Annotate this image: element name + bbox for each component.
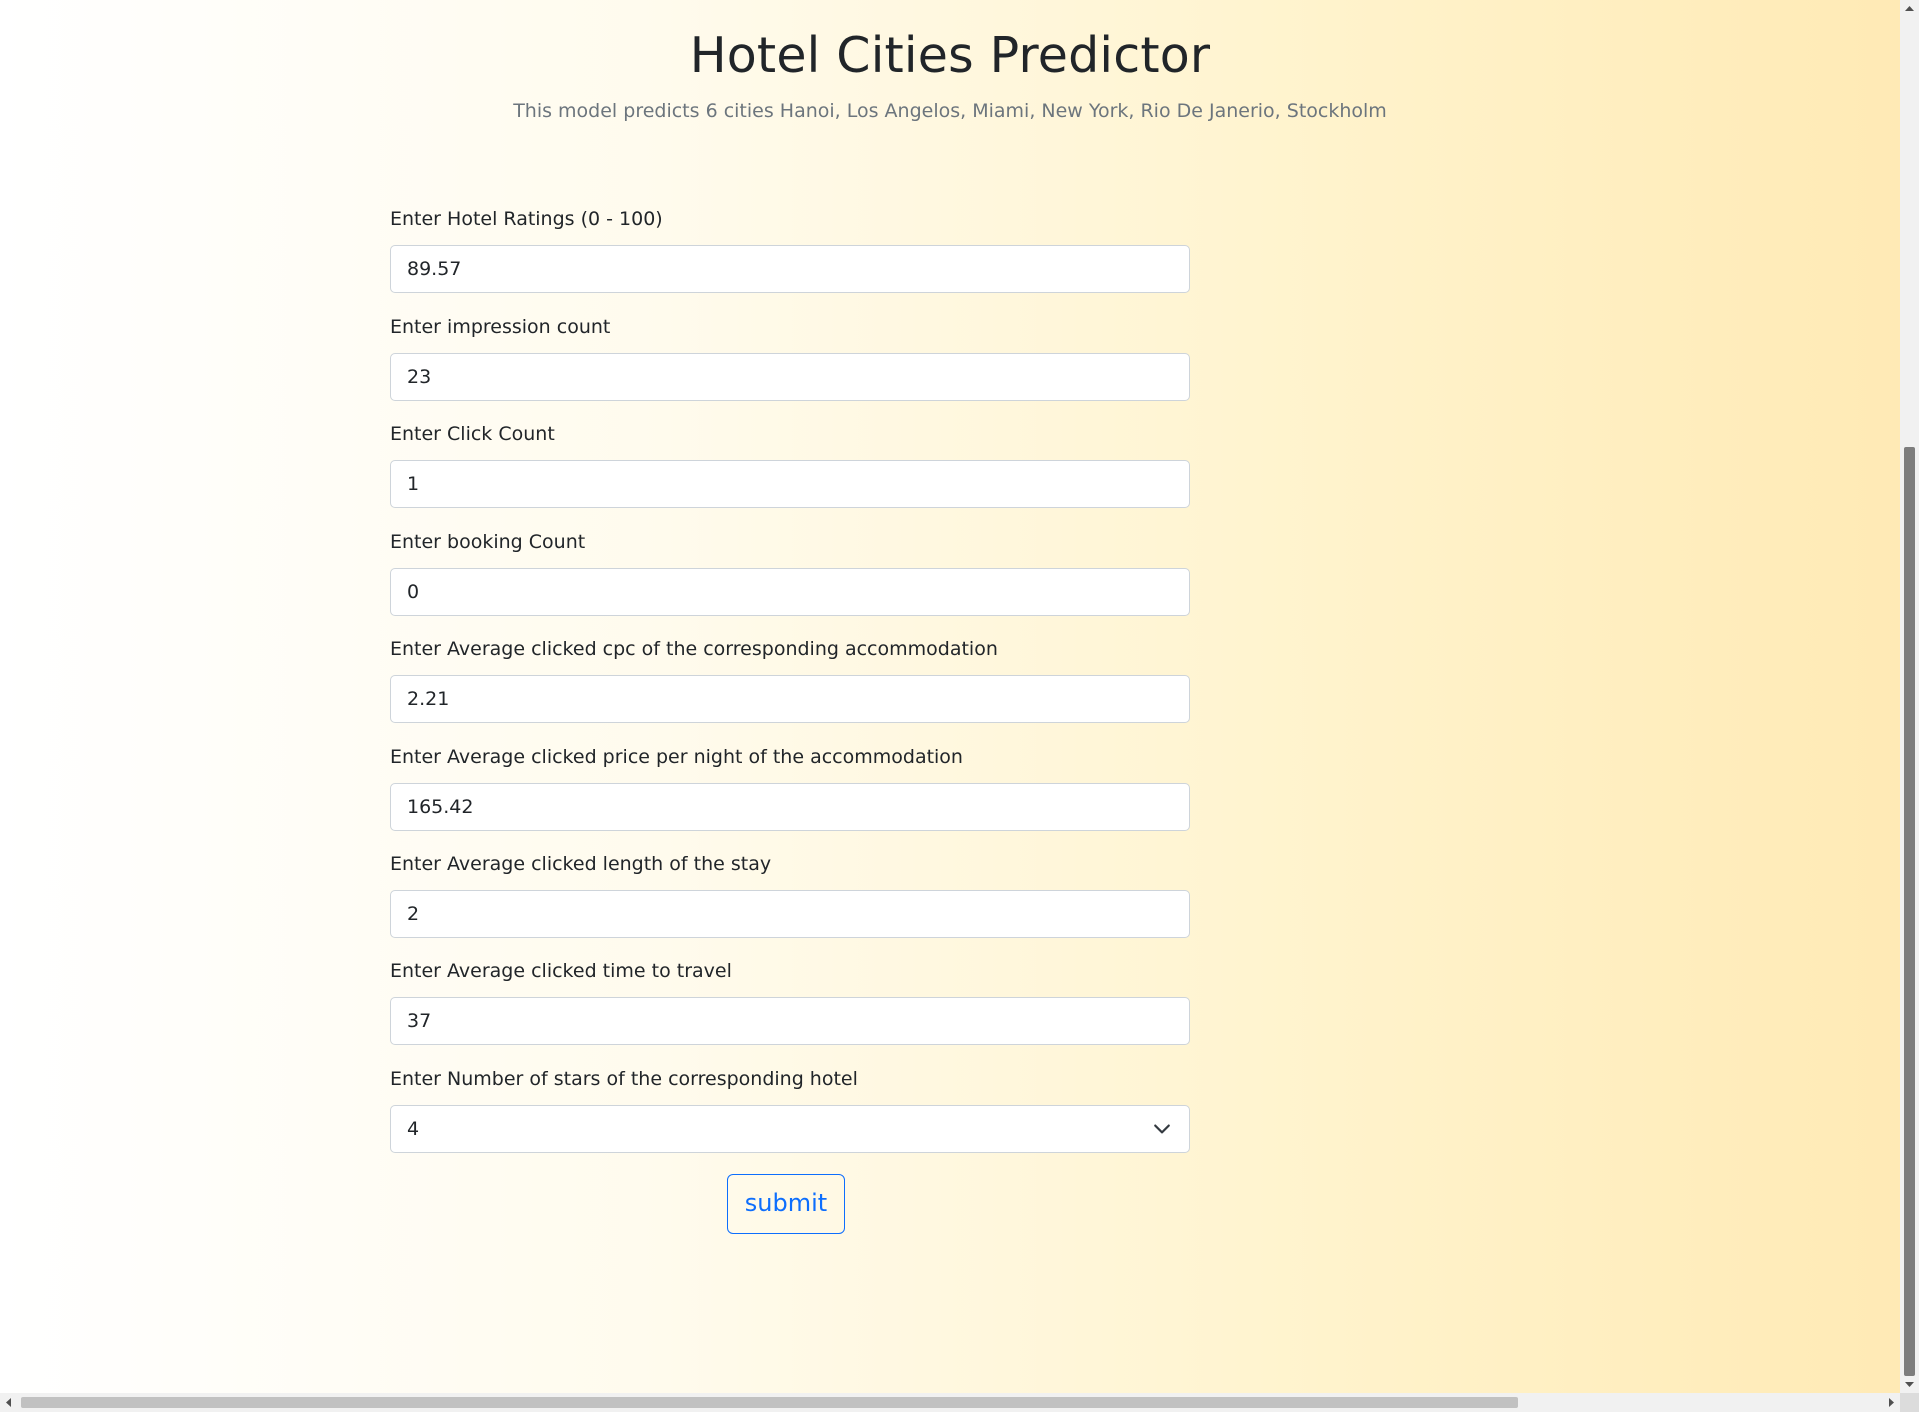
field-avg-time-to-travel: Enter Average clicked time to travel 37 <box>390 957 1190 1045</box>
field-click-count: Enter Click Count 1 <box>390 420 1190 508</box>
scroll-down-arrow-icon[interactable] <box>1900 1376 1919 1393</box>
field-label: Enter Click Count <box>390 423 555 445</box>
field-impression-count: Enter impression count 23 <box>390 313 1190 401</box>
field-avg-price: Enter Average clicked price per night of… <box>390 743 1190 831</box>
booking-count-input[interactable]: 0 <box>390 568 1190 616</box>
chevron-down-icon <box>1154 1124 1170 1134</box>
selected-value: 4 <box>407 1118 420 1140</box>
field-label: Enter Number of stars of the correspondi… <box>390 1068 858 1090</box>
vertical-scrollbar[interactable] <box>1900 0 1919 1393</box>
submit-button[interactable]: submit <box>727 1174 845 1234</box>
impression-count-input[interactable]: 23 <box>390 353 1190 401</box>
scrollbar-corner <box>1900 1393 1919 1412</box>
avg-cpc-input[interactable]: 2.21 <box>390 675 1190 723</box>
field-label: Enter Hotel Ratings (0 - 100) <box>390 208 663 230</box>
horizontal-scrollbar[interactable] <box>0 1393 1900 1412</box>
field-label: Enter booking Count <box>390 531 586 553</box>
field-hotel-ratings: Enter Hotel Ratings (0 - 100) 89.57 <box>390 205 1190 293</box>
page-title: Hotel Cities Predictor <box>689 27 1211 84</box>
scroll-right-arrow-icon[interactable] <box>1883 1393 1900 1412</box>
scroll-left-arrow-icon[interactable] <box>0 1393 17 1412</box>
field-label: Enter impression count <box>390 316 611 338</box>
field-hotel-stars: Enter Number of stars of the correspondi… <box>390 1065 1190 1153</box>
avg-price-input[interactable]: 165.42 <box>390 783 1190 831</box>
field-label: Enter Average clicked length of the stay <box>390 853 772 875</box>
field-avg-cpc: Enter Average clicked cpc of the corresp… <box>390 635 1190 723</box>
page-subtitle: This model predicts 6 cities Hanoi, Los … <box>513 100 1387 122</box>
field-avg-stay-length: Enter Average clicked length of the stay… <box>390 850 1190 938</box>
hotel-stars-select[interactable]: 4 <box>390 1105 1190 1153</box>
click-count-input[interactable]: 1 <box>390 460 1190 508</box>
field-label: Enter Average clicked cpc of the corresp… <box>390 638 998 660</box>
horizontal-scroll-thumb[interactable] <box>21 1397 1518 1408</box>
field-booking-count: Enter booking Count 0 <box>390 528 1190 616</box>
field-label: Enter Average clicked price per night of… <box>390 746 963 768</box>
hotel-ratings-input[interactable]: 89.57 <box>390 245 1190 293</box>
vertical-scroll-thumb[interactable] <box>1904 447 1915 1376</box>
field-label: Enter Average clicked time to travel <box>390 960 732 982</box>
scroll-up-arrow-icon[interactable] <box>1900 0 1919 17</box>
page-viewport: Hotel Cities Predictor This model predic… <box>0 0 1900 1393</box>
avg-stay-length-input[interactable]: 2 <box>390 890 1190 938</box>
avg-time-to-travel-input[interactable]: 37 <box>390 997 1190 1045</box>
